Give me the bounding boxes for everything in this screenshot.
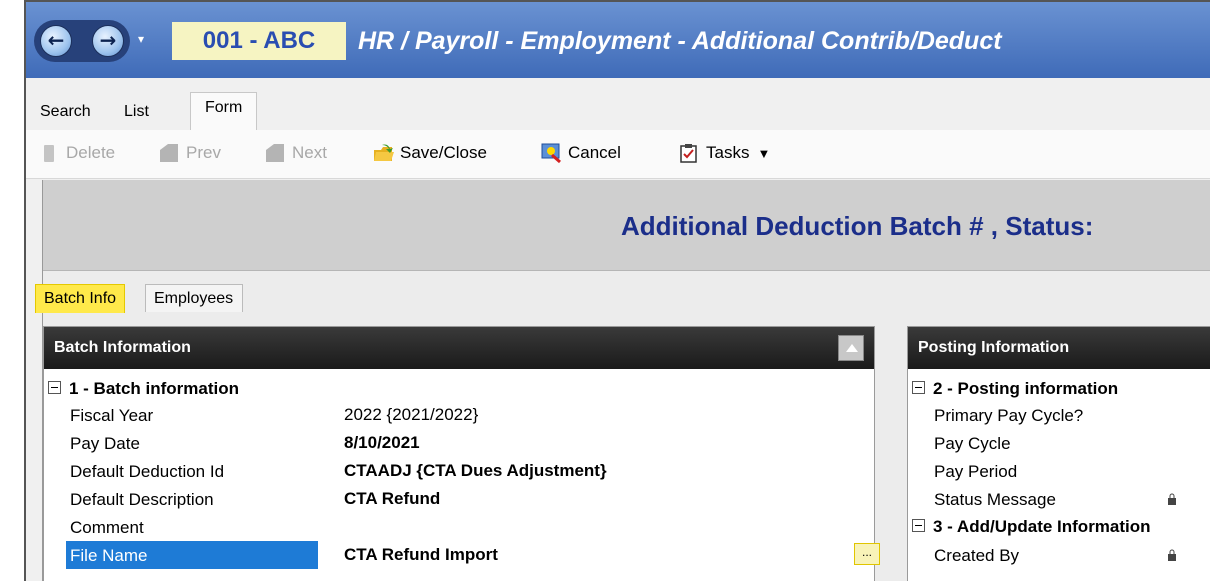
save-close-label: Save/Close [400, 143, 487, 162]
pay-period-label: Pay Period [934, 462, 1018, 481]
pay-date-value[interactable]: 8/10/2021 [344, 429, 420, 457]
pay-date-label: Pay Date [70, 434, 140, 453]
tab-search[interactable]: Search [34, 100, 97, 124]
window-title: HR / Payroll - Employment - Additional C… [358, 27, 1002, 55]
field-row-pay-cycle[interactable]: Pay Cycle [908, 429, 1210, 457]
toolbar: Delete Prev Next Save/Close Cancel Tasks… [26, 130, 1210, 179]
fiscal-year-label: Fiscal Year [70, 406, 154, 425]
section-posting-info[interactable]: 2 - Posting information [908, 377, 1118, 401]
tasks-button[interactable]: Tasks ▼ [678, 140, 770, 166]
field-row-file-name[interactable]: File Name CTA Refund Import ... [44, 541, 880, 569]
field-row-created-by[interactable]: Created By [908, 541, 1210, 569]
nav-history-dropdown-icon[interactable]: ▾ [138, 32, 144, 46]
entity-code[interactable]: 001 - ABC [172, 22, 346, 60]
prev-page-icon [158, 142, 180, 164]
save-close-button[interactable]: Save/Close [372, 140, 487, 166]
cancel-icon [540, 142, 562, 164]
description-label: Default Description [70, 490, 214, 509]
field-row-description[interactable]: Default Description CTA Refund [44, 485, 874, 513]
collapse-minus-icon[interactable] [48, 381, 61, 394]
app-window: ← → ▾ 001 - ABC HR / Payroll - Employmen… [24, 0, 1210, 581]
lock-icon [1168, 549, 1176, 564]
fiscal-year-value[interactable]: 2022 {2021/2022} [344, 401, 478, 429]
file-name-label: File Name [66, 541, 318, 569]
tab-form[interactable]: Form [190, 92, 258, 131]
batch-info-panel: Batch Information 1 - Batch information … [43, 326, 880, 581]
field-row-status-message[interactable]: Status Message [908, 485, 1210, 513]
back-arrow-icon[interactable]: ← [40, 25, 72, 57]
field-row-pay-period[interactable]: Pay Period [908, 457, 1210, 485]
browse-file-button[interactable]: ... [854, 543, 880, 565]
primary-pay-cycle-label: Primary Pay Cycle? [934, 406, 1084, 425]
page-title: Additional Deduction Batch # , Status: [621, 211, 1094, 241]
tab-list[interactable]: List [118, 100, 155, 124]
lock-icon [1168, 493, 1176, 508]
created-by-label: Created By [934, 546, 1020, 565]
posting-panel-header: Posting Information [908, 327, 1210, 369]
forward-arrow-icon[interactable]: → [92, 25, 124, 57]
section-posting-info-title: 2 - Posting information [933, 379, 1119, 398]
collapse-icon[interactable] [838, 335, 864, 361]
field-row-deduction-id[interactable]: Default Deduction Id CTAADJ {CTA Dues Ad… [44, 457, 874, 485]
cancel-label: Cancel [568, 143, 621, 162]
tasks-checklist-icon [678, 142, 700, 164]
tab-batch-info[interactable]: Batch Info [35, 284, 126, 313]
status-message-label: Status Message [934, 490, 1056, 509]
delete-label: Delete [66, 143, 116, 162]
cancel-button[interactable]: Cancel [540, 140, 621, 166]
title-bar: ← → ▾ 001 - ABC HR / Payroll - Employmen… [26, 2, 1210, 78]
field-row-fiscal-year[interactable]: Fiscal Year 2022 {2021/2022} [44, 401, 874, 429]
section-add-update-info[interactable]: 3 - Add/Update Information [908, 515, 1151, 539]
form-header: Additional Deduction Batch # , Status: [43, 180, 1210, 271]
next-button[interactable]: Next [264, 140, 327, 166]
posting-info-panel: Posting Information 2 - Posting informat… [907, 326, 1210, 581]
tab-employees[interactable]: Employees [145, 284, 243, 312]
description-value[interactable]: CTA Refund [344, 485, 440, 513]
batch-panel-title: Batch Information [54, 339, 191, 356]
tasks-label: Tasks [706, 143, 750, 162]
deduction-id-label: Default Deduction Id [70, 462, 225, 481]
section-batch-info-title: 1 - Batch information [69, 379, 240, 398]
file-name-value[interactable]: CTA Refund Import [344, 541, 498, 569]
next-label: Next [292, 143, 327, 162]
next-page-icon [264, 142, 286, 164]
comment-label: Comment [70, 518, 144, 537]
field-row-pay-date[interactable]: Pay Date 8/10/2021 [44, 429, 874, 457]
collapse-minus-icon[interactable] [912, 519, 925, 532]
form-content: Additional Deduction Batch # , Status: B… [35, 180, 1210, 581]
batch-panel-header: Batch Information [44, 327, 874, 369]
save-folder-icon [372, 142, 394, 164]
trash-icon [38, 142, 60, 164]
nav-buttons: ← → [34, 20, 130, 62]
collapse-minus-icon[interactable] [912, 381, 925, 394]
mode-tabs: Search List Form [26, 78, 1210, 131]
deduction-id-value[interactable]: CTAADJ {CTA Dues Adjustment} [344, 457, 607, 485]
field-row-primary-pay-cycle[interactable]: Primary Pay Cycle? [908, 401, 1210, 429]
delete-button[interactable]: Delete [38, 140, 115, 166]
field-row-comment[interactable]: Comment [44, 513, 874, 541]
section-add-update-title: 3 - Add/Update Information [933, 517, 1151, 536]
prev-button[interactable]: Prev [158, 140, 221, 166]
section-batch-info[interactable]: 1 - Batch information [44, 377, 239, 401]
tasks-dropdown-icon: ▼ [757, 145, 771, 161]
prev-label: Prev [186, 143, 221, 162]
pay-cycle-label: Pay Cycle [934, 434, 1011, 453]
form-subtabs: Batch Info Employees [35, 276, 1210, 314]
posting-panel-title: Posting Information [918, 339, 1070, 356]
